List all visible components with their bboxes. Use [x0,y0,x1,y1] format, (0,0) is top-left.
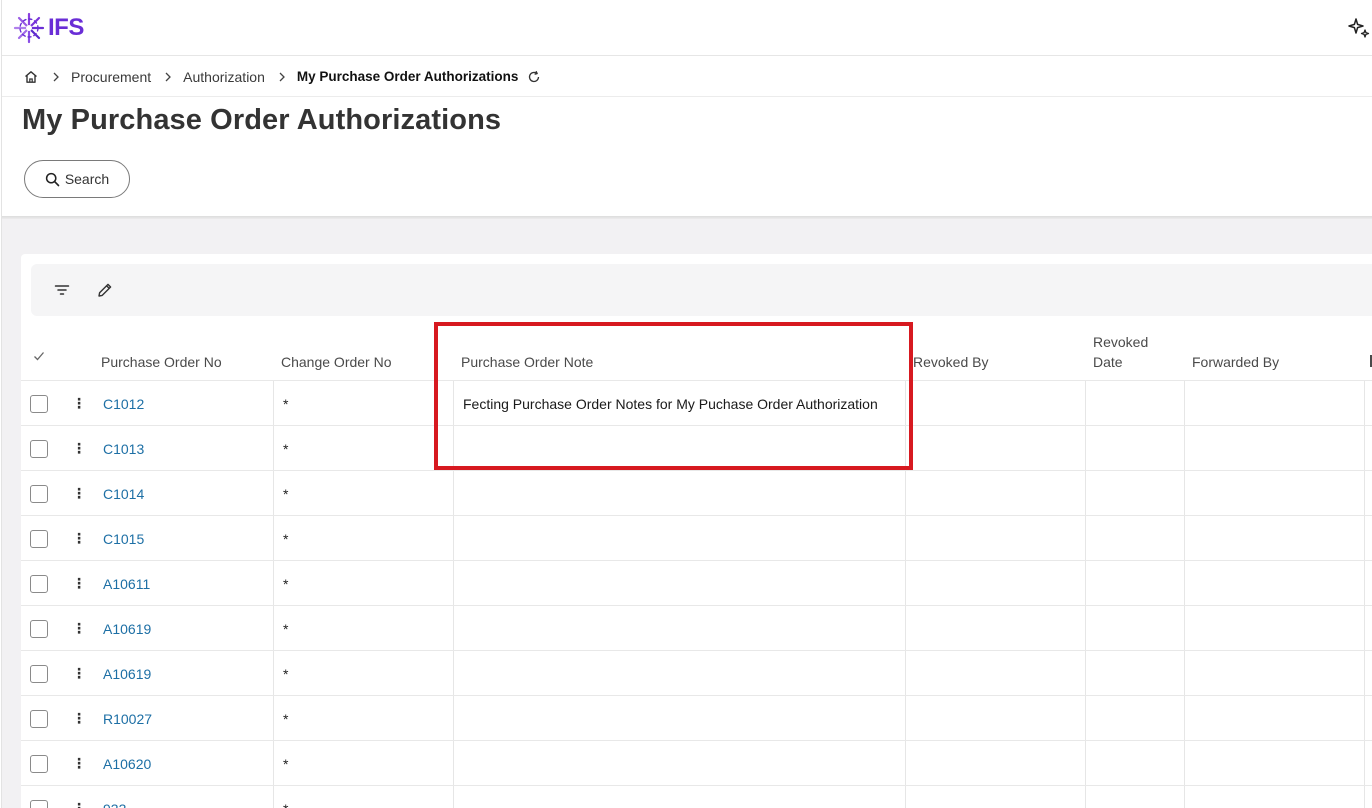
search-button-label: Search [64,171,110,187]
row-checkbox[interactable] [30,799,48,808]
row-menu-kebab-icon[interactable]: ⋮ [72,471,86,516]
change-order-no: * [283,395,289,412]
change-order-no: * [283,485,289,502]
chevron-right-icon [165,72,172,81]
table-row[interactable]: ⋮ C1012 * Fecting Purchase Order Notes f… [21,380,1372,425]
table-row[interactable]: ⋮ C1014 * [21,470,1372,515]
change-order-no: * [283,665,289,682]
header-revoked-date-line1: Revoked [1093,334,1149,350]
purchase-order-link[interactable]: 933 [103,786,126,808]
row-menu-kebab-icon[interactable]: ⋮ [72,741,86,786]
table-toolbar [31,264,1372,316]
search-button[interactable]: Search [24,160,130,198]
chevron-right-icon [53,72,59,81]
change-order-no: * [283,710,289,727]
table-row[interactable]: ⋮ C1013 * [21,425,1372,470]
change-order-no: * [283,755,289,772]
purchase-order-link[interactable]: A10620 [103,741,151,786]
top-bar: IFS [2,0,1372,56]
logo-text: IFS [48,14,84,41]
breadcrumb-procurement[interactable]: Procurement [71,69,151,85]
purchase-order-link[interactable]: A10619 [103,651,151,696]
row-checkbox[interactable] [30,664,48,683]
table-row[interactable]: ⋮ R10027 * [21,695,1372,740]
row-menu-kebab-icon[interactable]: ⋮ [72,381,86,426]
row-menu-kebab-icon[interactable]: ⋮ [72,426,86,471]
chevron-right-icon [279,72,285,81]
home-icon[interactable] [23,69,39,85]
purchase-order-link[interactable]: C1014 [103,471,144,516]
table-row[interactable]: ⋮ A10620 * [21,740,1372,785]
purchase-order-link[interactable]: C1015 [103,516,144,561]
row-checkbox[interactable] [30,619,48,638]
row-menu-kebab-icon[interactable]: ⋮ [72,516,86,561]
table-card: Purchase Order No Change Order No Purcha… [21,254,1372,808]
row-checkbox[interactable] [30,529,48,548]
breadcrumb: Procurement Authorization My Purchase Or… [2,57,1372,97]
table-row[interactable]: ⋮ C1015 * [21,515,1372,560]
purchase-order-note: Fecting Purchase Order Notes for My Puch… [463,395,878,412]
search-icon [45,172,60,186]
breadcrumb-current: My Purchase Order Authorizations [296,69,519,84]
filter-icon[interactable] [53,281,71,299]
change-order-no: * [283,575,289,592]
row-checkbox[interactable] [30,754,48,773]
row-menu-kebab-icon[interactable]: ⋮ [72,786,86,808]
row-menu-kebab-icon[interactable]: ⋮ [72,696,86,741]
change-order-no: * [283,786,288,808]
change-order-no: * [283,530,289,547]
purchase-order-link[interactable]: A10611 [103,561,150,606]
purchase-order-link[interactable]: A10619 [103,606,151,651]
edit-pencil-icon[interactable] [96,281,114,299]
row-checkbox[interactable] [30,394,48,413]
page-title: My Purchase Order Authorizations [22,104,502,136]
row-checkbox[interactable] [30,709,48,728]
row-checkbox[interactable] [30,574,48,593]
purchase-order-link[interactable]: R10027 [103,696,152,741]
change-order-no: * [283,620,289,637]
refresh-icon[interactable] [527,70,541,84]
row-checkbox[interactable] [30,484,48,503]
change-order-no: * [283,440,289,457]
app-window: IFS Procurement Authorization My Purchas… [1,0,1372,808]
header-revoked-date-line2: Date [1093,354,1123,370]
row-menu-kebab-icon[interactable]: ⋮ [72,651,86,696]
ifs-logo[interactable]: IFS [12,11,84,45]
row-menu-kebab-icon[interactable]: ⋮ [72,561,86,606]
purchase-order-link[interactable]: C1012 [103,381,144,426]
table-row[interactable]: ⋮ A10611 * [21,560,1372,605]
row-checkbox[interactable] [30,439,48,458]
ai-sparkle-icon[interactable] [1347,16,1371,40]
table-row[interactable]: ⋮ A10619 * [21,650,1372,695]
purchase-order-link[interactable]: C1013 [103,426,144,471]
breadcrumb-authorization[interactable]: Authorization [183,69,265,85]
ifs-swirl-icon [13,12,45,44]
table-row[interactable]: ⋮ 933 * [21,785,1372,808]
row-menu-kebab-icon[interactable]: ⋮ [72,606,86,651]
check-icon [34,352,44,361]
table-row[interactable]: ⋮ A10619 * [21,605,1372,650]
